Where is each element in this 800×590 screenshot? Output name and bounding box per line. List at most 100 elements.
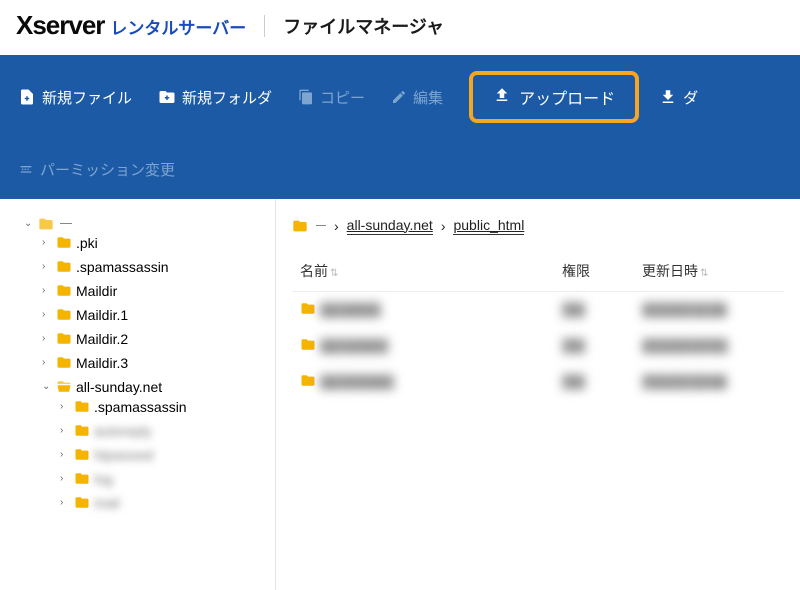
tree-item[interactable]: › log	[60, 471, 269, 487]
folder-icon	[292, 219, 308, 233]
file-plus-icon	[18, 88, 36, 106]
tree-item-label: Maildir.3	[76, 355, 128, 371]
file-perm: 755	[562, 302, 585, 318]
tree-item-label: Maildir	[76, 283, 117, 299]
file-perm: 755	[562, 338, 585, 354]
file-date: 7/11/12 10:48	[642, 374, 727, 390]
chevron-down-icon: ⌄	[24, 218, 34, 229]
file-date: 4/12/23 11:38	[642, 302, 727, 318]
file-table: 名前⇅ 権限 更新日時⇅ wp-admin 755 4/12/23 11:38 wp…	[292, 251, 784, 400]
tree-item[interactable]: ›Maildir.2	[42, 331, 269, 347]
folder-icon	[56, 356, 72, 369]
folder-icon	[74, 424, 90, 437]
folder-open-icon	[38, 217, 54, 231]
new-file-label: 新規ファイル	[42, 87, 132, 108]
tree-item[interactable]: › .spamassassin	[60, 399, 269, 415]
tree-item[interactable]: › .pki	[42, 235, 269, 251]
tree-item-label: all-sunday.net	[76, 379, 162, 395]
tree-item[interactable]: › Maildir	[42, 283, 269, 299]
col-name-header[interactable]: 名前⇅	[292, 251, 554, 292]
edit-button: 編集	[391, 87, 443, 108]
tree-item-label: autoreply	[94, 423, 152, 439]
download-label: ダ	[683, 87, 698, 108]
download-button[interactable]: ダ	[659, 87, 698, 108]
chevron-right-icon: ›	[42, 237, 52, 248]
folder-open-icon	[56, 380, 72, 393]
tree-item-label: .spamassassin	[94, 399, 187, 415]
table-row[interactable]: wp-includes 755 7/11/12 10:48	[292, 364, 784, 400]
file-perm: 755	[562, 374, 585, 390]
tree-item[interactable]: › Maildir.3	[42, 355, 269, 371]
col-date-header[interactable]: 更新日時⇅	[634, 251, 784, 292]
col-perm-header[interactable]: 権限	[554, 251, 634, 292]
chevron-right-icon: ›	[42, 285, 52, 296]
edit-label: 編集	[413, 87, 443, 108]
content-pane: › all-sunday.net › public_html 名前⇅ 権限 更新…	[276, 199, 800, 590]
new-folder-button[interactable]: 新規フォルダ	[158, 87, 272, 108]
folder-icon	[56, 308, 72, 321]
chevron-right-icon: ›	[42, 357, 52, 368]
tree-item[interactable]: ⌄ all-sunday.net	[42, 379, 269, 395]
folder-icon	[300, 302, 316, 315]
new-file-button[interactable]: 新規ファイル	[18, 87, 132, 108]
tree-item[interactable]: ›.spamassassin	[42, 259, 269, 275]
folder-icon	[74, 496, 90, 509]
tree-item-label: mail	[94, 495, 120, 511]
file-name: wp-includes	[320, 374, 394, 390]
brand-main: Xserver	[16, 10, 104, 41]
header-bar: Xserver レンタルサーバー ファイルマネージャ	[0, 0, 800, 55]
header-divider	[264, 15, 265, 37]
tree-root[interactable]: ⌄	[24, 217, 269, 231]
tree-item-label: log	[94, 471, 113, 487]
file-name: wp-admin	[320, 302, 381, 318]
breadcrumb-sep: ›	[334, 218, 339, 234]
tree-item[interactable]: › Maildir.1	[42, 307, 269, 323]
sidebar-tree[interactable]: ⌄ ›.pki›.spamassassin›Maildir›Maildir.1›…	[0, 199, 276, 590]
permission-label: パーミッション変更	[40, 159, 175, 180]
breadcrumb-seg1[interactable]: all-sunday.net	[347, 217, 433, 235]
download-icon	[659, 88, 677, 106]
breadcrumb-seg2[interactable]: public_html	[453, 217, 524, 235]
breadcrumb: › all-sunday.net › public_html	[292, 213, 784, 251]
upload-button[interactable]: アップロード	[469, 71, 639, 123]
sort-icon: ⇅	[700, 268, 708, 279]
chevron-right-icon: ›	[60, 449, 70, 460]
chevron-right-icon: ›	[60, 497, 70, 508]
tree-item-label: Maildir.2	[76, 331, 128, 347]
chevron-right-icon: ›	[60, 401, 70, 412]
chevron-right-icon: ›	[42, 309, 52, 320]
tree-item-label: .pki	[76, 235, 98, 251]
chevron-right-icon: ›	[42, 261, 52, 272]
tree-item[interactable]: › autoreply	[60, 423, 269, 439]
copy-label: コピー	[320, 87, 365, 108]
brand-sub: レンタルサーバー	[110, 14, 246, 39]
folder-icon	[56, 236, 72, 249]
folder-icon	[56, 332, 72, 345]
tree-item[interactable]: › mail	[60, 495, 269, 511]
tree-item-label: Maildir.1	[76, 307, 128, 323]
folder-icon	[74, 472, 90, 485]
folder-icon	[56, 284, 72, 297]
folder-icon	[74, 400, 90, 413]
folder-plus-icon	[158, 88, 176, 106]
upload-label: アップロード	[519, 85, 615, 109]
toolbar: 新規ファイル 新規フォルダ コピー 編集 アップロード ダ	[0, 55, 800, 199]
file-name: wp-content	[320, 338, 388, 354]
folder-icon	[300, 338, 316, 351]
folder-icon	[56, 260, 72, 273]
main-area: ⌄ ›.pki›.spamassassin›Maildir›Maildir.1›…	[0, 199, 800, 590]
folder-icon	[74, 448, 90, 461]
chevron-right-icon: ›	[60, 425, 70, 436]
chevron-down-icon: ⌄	[42, 381, 52, 392]
breadcrumb-sep: ›	[441, 218, 446, 234]
folder-icon	[300, 374, 316, 387]
permission-button: パーミッション変更	[18, 159, 175, 180]
tree-item[interactable]: ›htpasswd	[60, 447, 269, 463]
table-row[interactable]: wp-admin 755 4/12/23 11:38	[292, 291, 784, 328]
copy-icon	[298, 89, 314, 105]
table-row[interactable]: wp-content7554/12/23 07:01	[292, 328, 784, 364]
permission-icon	[18, 162, 34, 178]
copy-button: コピー	[298, 87, 365, 108]
brand: Xserver レンタルサーバー	[16, 10, 246, 41]
chevron-right-icon: ›	[60, 473, 70, 484]
